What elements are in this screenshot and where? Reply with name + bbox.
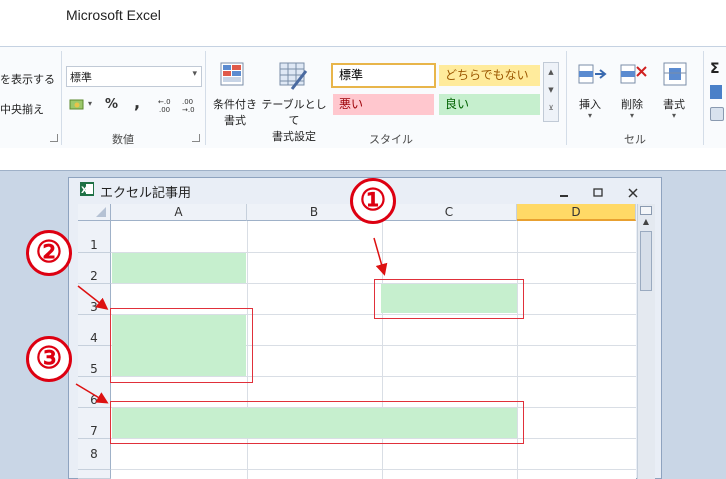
annotation-circle-1: ① (350, 178, 396, 224)
split-handle[interactable] (640, 206, 652, 215)
scroll-thumb[interactable] (640, 231, 652, 291)
annotation-circle-2: ② (26, 230, 72, 276)
annotation-circle-3: ③ (26, 336, 72, 382)
vertical-scrollbar[interactable]: ▲ (637, 204, 655, 479)
annotation-arrows (75, 237, 388, 404)
arrow-1 (373, 237, 388, 276)
scroll-up-icon[interactable]: ▲ (640, 217, 652, 229)
arrow-2 (77, 285, 109, 310)
arrow-3 (75, 383, 109, 404)
